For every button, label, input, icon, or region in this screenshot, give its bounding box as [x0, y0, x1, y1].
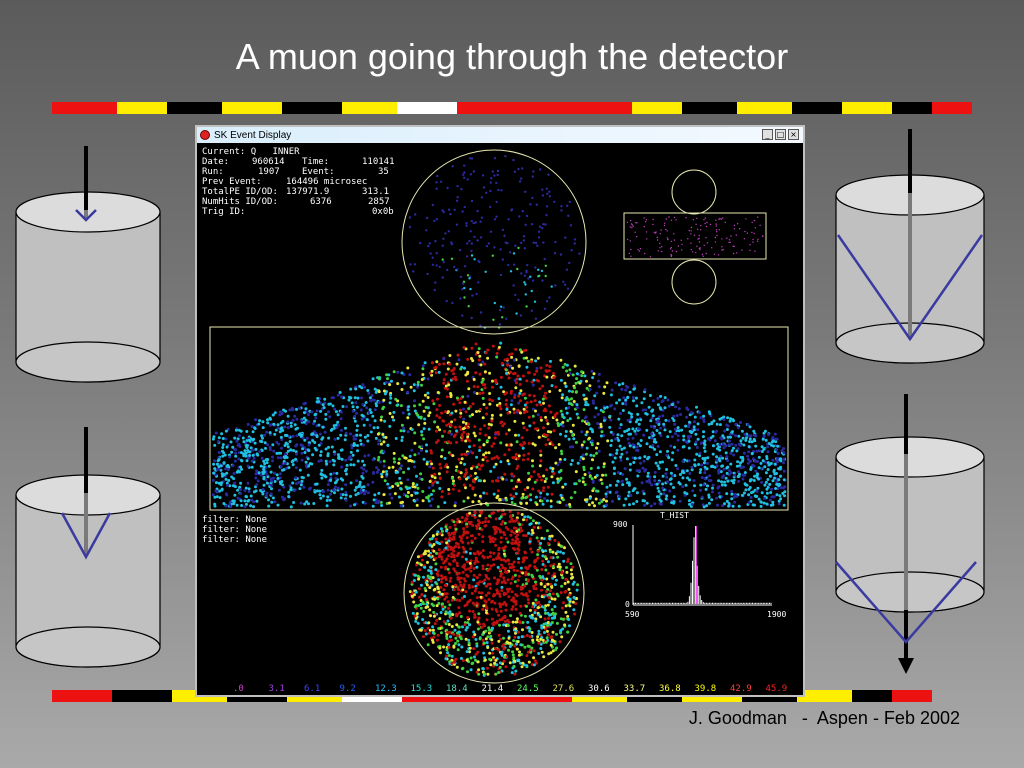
od-barrel-outline [623, 212, 767, 260]
cylinder-diagram-through-going-muon [835, 394, 985, 674]
histogram-y-max-label: 900 [613, 520, 628, 529]
od-bottom-outline [671, 259, 717, 305]
detector-display-canvas: T_HIST 900 0 590 1900 [209, 149, 789, 684]
color-scale-label: 18.4 [446, 684, 468, 694]
histogram-title: T_HIST [660, 511, 689, 520]
color-scale-label: 12.3 [375, 684, 397, 694]
top-stripe-banner [52, 102, 972, 114]
color-scale-label: 42.9 [730, 684, 752, 694]
color-scale-label: 30.6 [588, 684, 610, 694]
color-scale-label: 27.6 [552, 684, 575, 694]
color-scale-label: 24.5 [517, 684, 539, 694]
histogram-x-max-label: 1900 [767, 610, 786, 619]
color-scale-label: 45.9 [765, 684, 788, 694]
slide-title: A muon going through the detector [235, 36, 789, 77]
histogram-y-min-label: 0 [625, 600, 630, 609]
event-display-window: SK Event Display _ □ × Current: Q INNER … [195, 125, 805, 697]
cylinder-diagram-short-track [15, 427, 161, 668]
color-scale-label: 21.4 [481, 684, 504, 694]
color-scale-label: 9.2 [339, 684, 356, 694]
timing-histogram: T_HIST 900 0 590 1900 [613, 511, 786, 619]
top-endcap-outline [401, 149, 587, 335]
od-top-outline [671, 169, 717, 215]
color-scale-label: 15.3 [410, 684, 433, 694]
color-scale-label: 36.8 [659, 684, 681, 694]
histogram-bars [633, 526, 772, 604]
color-scale-label: 33.7 [623, 684, 646, 694]
color-scale-label: 39.8 [694, 684, 717, 694]
color-scale-label: 6.1 [304, 684, 321, 694]
cylinder-diagram-stopping-muon [15, 146, 161, 383]
footer-credit: J. Goodman - Aspen - Feb 2002 [688, 708, 960, 728]
cylinder-diagram-long-track [835, 129, 985, 364]
color-scale-label: 3.1 [268, 684, 285, 694]
histogram-x-min-label: 590 [625, 610, 640, 619]
color-scale-label: .0 [233, 684, 244, 694]
